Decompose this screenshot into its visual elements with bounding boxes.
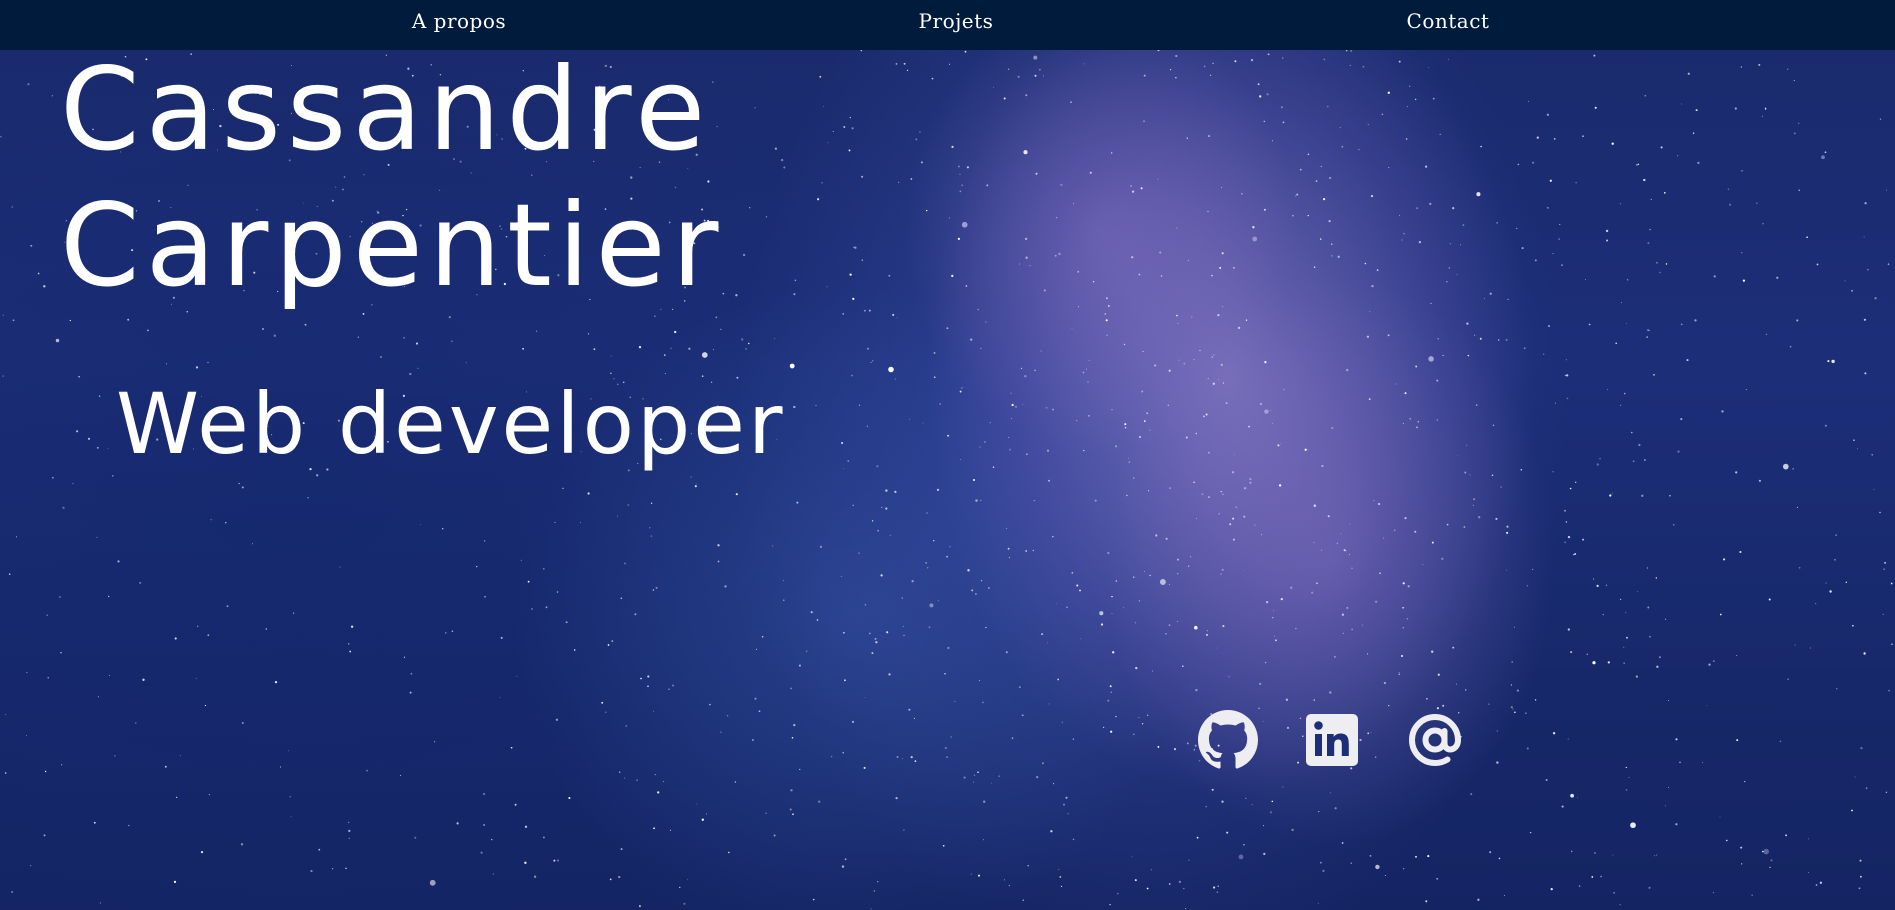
hero-name-first: Cassandre [60,43,712,176]
nav-link-projets[interactable]: Projets [919,9,994,33]
at-sign-icon [1408,713,1462,767]
github-link[interactable] [1198,710,1258,770]
email-link[interactable] [1405,710,1465,770]
hero-role: Web developer [116,375,786,473]
hero-name: Cassandre Carpentier [60,42,724,314]
hero-name-last: Carpentier [60,179,725,312]
nav-link-contact[interactable]: Contact [1407,9,1490,33]
top-navbar: A propos Projets Contact [0,0,1895,50]
nav-link-a-propos[interactable]: A propos [412,9,506,33]
linkedin-icon [1306,714,1358,766]
github-icon [1198,710,1258,769]
linkedin-link[interactable] [1302,710,1362,770]
